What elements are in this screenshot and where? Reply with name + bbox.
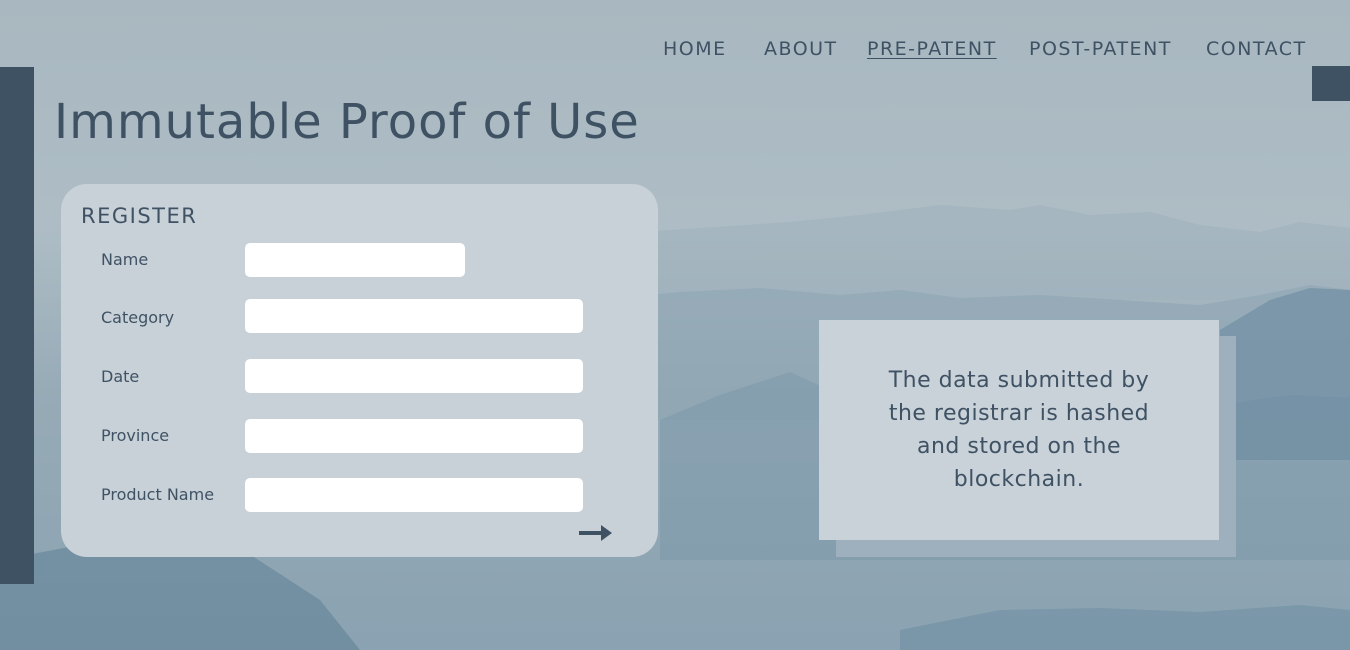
nav-post-patent-link[interactable]: POST-PATENT <box>1029 38 1172 60</box>
left-accent-bar <box>0 67 34 584</box>
nav-pre-patent-link[interactable]: PRE-PATENT <box>867 38 997 60</box>
submit-arrow-button[interactable] <box>577 522 613 544</box>
product-name-label: Product Name <box>101 485 215 504</box>
top-navigation: HOME ABOUT PRE-PATENT POST-PATENT CONTAC… <box>0 38 1350 64</box>
info-card: The data submitted by the registrar is h… <box>819 320 1219 540</box>
name-input[interactable] <box>245 243 465 277</box>
register-heading: REGISTER <box>81 204 198 228</box>
nav-contact-link[interactable]: CONTACT <box>1206 38 1307 60</box>
info-text: The data submitted by the registrar is h… <box>888 368 1150 492</box>
page-title: Immutable Proof of Use <box>54 94 640 150</box>
nav-about-link[interactable]: ABOUT <box>764 38 838 60</box>
name-label: Name <box>101 250 149 269</box>
province-input[interactable] <box>245 419 583 453</box>
register-form: REGISTER Name Category Date Province Pro… <box>61 184 658 557</box>
date-label: Date <box>101 367 140 386</box>
arrow-right-icon <box>579 525 612 541</box>
category-label: Category <box>101 308 175 327</box>
product-name-input[interactable] <box>245 478 583 512</box>
nav-home-link[interactable]: HOME <box>663 38 727 60</box>
date-input[interactable] <box>245 359 583 393</box>
province-label: Province <box>101 426 170 445</box>
right-accent-tab <box>1312 66 1350 101</box>
category-input[interactable] <box>245 299 583 333</box>
